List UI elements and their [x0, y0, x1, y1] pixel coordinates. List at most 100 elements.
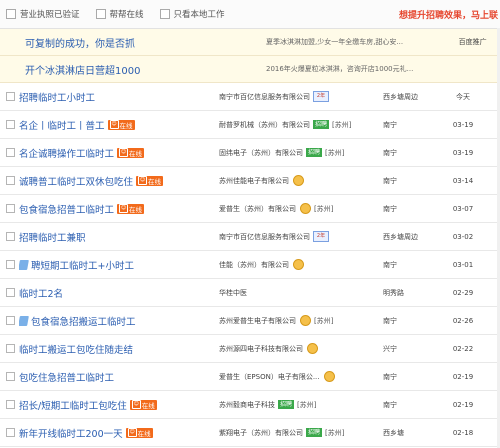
online-chat-badge[interactable]: ☺ 在线: [117, 203, 145, 214]
company-name-link[interactable]: 佳能（苏州）有限公司: [219, 260, 289, 270]
company-cell: 苏州源四电子科技有限公司: [219, 343, 383, 354]
online-checkbox[interactable]: [95, 9, 106, 19]
online-badge-text: 在线: [129, 149, 143, 158]
job-row[interactable]: 包食宿急招搬运工临时工 苏州爱普生电子有限公司 [苏州] 南宁 02-26: [0, 307, 500, 335]
promo-link[interactable]: 想提升招聘效果，马上联: [399, 8, 500, 21]
job-row[interactable]: 临时工2名 华桂中医 明秀路 02-29: [0, 279, 500, 307]
job-title-link[interactable]: 招长/短期工临时工包吃住: [19, 398, 127, 412]
job-select-checkbox[interactable]: [6, 204, 15, 213]
job-row[interactable]: 包食宿急招普工临时工 ☺ 在线 爱普生（苏州）有限公司 [苏州] 南宁 03-07: [0, 195, 500, 223]
job-row[interactable]: 诚聘普工临时工双休包吃住 ☺ 在线 苏州佳能电子有限公司 南宁 03-14: [0, 167, 500, 195]
company-name-link[interactable]: 南宁市百亿信息服务有限公司: [219, 232, 310, 242]
company-name-link[interactable]: 苏州爱普生电子有限公司: [219, 316, 296, 326]
job-title-cell: 诚聘普工临时工双休包吃住 ☺ 在线: [19, 174, 219, 188]
online-chat-badge[interactable]: ☺ 在线: [136, 175, 164, 186]
chat-face-icon: ☺: [119, 148, 129, 157]
ad-row[interactable]: 可复制的成功，你是否抓 夏季冰淇淋加盟,少女一年全缴车房,甜心安... 百度推广: [0, 29, 500, 56]
job-title-link[interactable]: 临时工搬运工包吃住随走结: [19, 342, 133, 356]
online-chat-badge[interactable]: ☺ 在线: [107, 119, 135, 130]
job-select-checkbox[interactable]: [6, 288, 15, 297]
job-title-link[interactable]: 包食宿急招搬运工临时工: [31, 314, 136, 328]
job-title-link[interactable]: 新年开线临时工200一天: [19, 426, 123, 440]
license-verified-filter[interactable]: 营业执照已验证: [6, 8, 80, 20]
online-chat-badge[interactable]: ☺ 在线: [125, 427, 153, 438]
company-name-link[interactable]: 苏州佳能电子有限公司: [219, 176, 289, 186]
company-name-link[interactable]: 苏州毅商电子科技: [219, 400, 275, 410]
job-select-checkbox[interactable]: [6, 344, 15, 353]
chat-face-icon: ☺: [138, 176, 148, 185]
online-filter[interactable]: 帮帮在线: [95, 8, 144, 20]
job-row[interactable]: 名企诚聘操作工临时工 ☺ 在线 固纬电子（苏州）有限公司 招聘 [苏州] 南宁 03-19: [0, 139, 500, 167]
license-verified-checkbox[interactable]: [6, 9, 16, 19]
job-select-checkbox[interactable]: [6, 92, 15, 101]
job-select-checkbox[interactable]: [6, 260, 15, 269]
company-name-link[interactable]: 苏州源四电子科技有限公司: [219, 344, 303, 354]
ad-title[interactable]: 开个冰淇淋店日营超1000: [0, 62, 266, 77]
job-title-link[interactable]: 诚聘普工临时工双休包吃住: [19, 174, 133, 188]
company-cell: 紫翔电子（苏州）有限公司 招聘 [苏州]: [219, 428, 383, 438]
online-chat-badge[interactable]: ☺ 在线: [117, 147, 145, 158]
chat-face-icon: ☺: [131, 400, 141, 409]
job-row[interactable]: 招长/短期工临时工包吃住 ☺ 在线 苏州毅商电子科技 招聘 [苏州] 南宁 02-19: [0, 391, 500, 419]
online-badge-text: 在线: [141, 401, 155, 410]
local-only-filter[interactable]: 只看本地工作: [159, 8, 225, 20]
company-region: [苏州]: [314, 204, 334, 213]
online-badge-text: 在线: [137, 429, 151, 438]
ad-row[interactable]: 开个冰淇淋店日营超1000 2016年火爆夏粒冰淇淋，咨询开店1000元礼...: [0, 56, 500, 83]
local-only-label: 只看本地工作: [173, 10, 225, 20]
company-cell: 耐普罗机械（苏州）有限公司 招聘 [苏州]: [219, 120, 383, 130]
job-select-checkbox[interactable]: [6, 120, 15, 129]
job-select-checkbox[interactable]: [6, 428, 15, 437]
job-title-link[interactable]: 聘短期工临时工+小时工: [31, 258, 134, 272]
job-row[interactable]: 名企丨临时工丨普工 ☺ 在线 耐普罗机械（苏州）有限公司 招聘 [苏州] 南宁 03-19: [0, 111, 500, 139]
job-location: 兴宁: [383, 344, 397, 353]
company-name-link[interactable]: 华桂中医: [219, 288, 247, 298]
job-title-link[interactable]: 临时工2名: [19, 286, 63, 300]
job-select-checkbox[interactable]: [6, 148, 15, 157]
post-date: 03-01: [452, 260, 474, 269]
job-title-link[interactable]: 招聘临时工小时工: [19, 90, 95, 104]
job-row[interactable]: 招聘临时工兼职 南宁市百亿信息服务有限公司 2年 西乡塘周边 03-02: [0, 223, 500, 251]
company-name-link[interactable]: 耐普罗机械（苏州）有限公司: [219, 120, 310, 130]
job-location: 南宁: [383, 316, 397, 325]
job-select-checkbox[interactable]: [6, 316, 15, 325]
post-date: 03-19: [452, 120, 474, 129]
post-date: 02-22: [452, 344, 474, 353]
job-select-checkbox[interactable]: [6, 400, 15, 409]
job-title-link[interactable]: 招聘临时工兼职: [19, 230, 86, 244]
online-badge-text: 在线: [129, 205, 143, 214]
job-title-link[interactable]: 名企丨临时工丨普工: [19, 118, 105, 132]
ad-description: 夏季冰淇淋加盟,少女一年全缴车房,甜心安...: [265, 38, 404, 46]
company-cell: 佳能（苏州）有限公司: [219, 259, 383, 270]
post-date: 02-29: [452, 288, 474, 297]
job-title-cell: 招聘临时工兼职: [19, 230, 219, 244]
company-name-link[interactable]: 南宁市百亿信息服务有限公司: [219, 92, 310, 102]
job-row[interactable]: 包吃住急招普工临时工 爱普生（EPSON）电子有限公... 南宁 02-19: [0, 363, 500, 391]
post-date: 02-26: [452, 316, 474, 325]
job-title-cell: 临时工2名: [19, 286, 219, 300]
job-title-link[interactable]: 包食宿急招普工临时工: [19, 202, 114, 216]
company-name-link[interactable]: 爱普生（苏州）有限公司: [219, 204, 296, 214]
company-cell: 南宁市百亿信息服务有限公司 2年: [219, 91, 383, 102]
online-chat-badge[interactable]: ☺ 在线: [129, 399, 157, 410]
job-title-link[interactable]: 名企诚聘操作工临时工: [19, 146, 114, 160]
job-row[interactable]: 新年开线临时工200一天 ☺ 在线 紫翔电子（苏州）有限公司 招聘 [苏州] 西乡塘 02-1…: [0, 419, 500, 447]
job-title-cell: 临时工搬运工包吃住随走结: [19, 342, 219, 356]
post-date: 02-19: [452, 400, 474, 409]
company-name-link[interactable]: 紫翔电子（苏州）有限公司: [219, 428, 303, 438]
job-location: 南宁: [383, 400, 397, 409]
job-title-cell: 名企诚聘操作工临时工 ☺ 在线: [19, 146, 219, 160]
job-select-checkbox[interactable]: [6, 176, 15, 185]
job-row[interactable]: 招聘临时工小时工 南宁市百亿信息服务有限公司 2年 西乡塘周边 今天: [0, 83, 500, 111]
ad-title[interactable]: 可复制的成功，你是否抓: [0, 35, 266, 50]
job-select-checkbox[interactable]: [6, 232, 15, 241]
company-name-link[interactable]: 爱普生（EPSON）电子有限公...: [219, 372, 320, 382]
job-row[interactable]: 临时工搬运工包吃住随走结 苏州源四电子科技有限公司 兴宁 02-22: [0, 335, 500, 363]
ad-source-tag: 百度推广: [458, 38, 487, 46]
company-name-link[interactable]: 固纬电子（苏州）有限公司: [219, 148, 303, 158]
job-title-link[interactable]: 包吃住急招普工临时工: [19, 370, 114, 384]
company-region: [苏州]: [332, 120, 352, 129]
local-only-checkbox[interactable]: [159, 9, 170, 19]
job-row[interactable]: 聘短期工临时工+小时工 佳能（苏州）有限公司 南宁 03-01: [0, 251, 500, 279]
job-select-checkbox[interactable]: [6, 372, 15, 381]
